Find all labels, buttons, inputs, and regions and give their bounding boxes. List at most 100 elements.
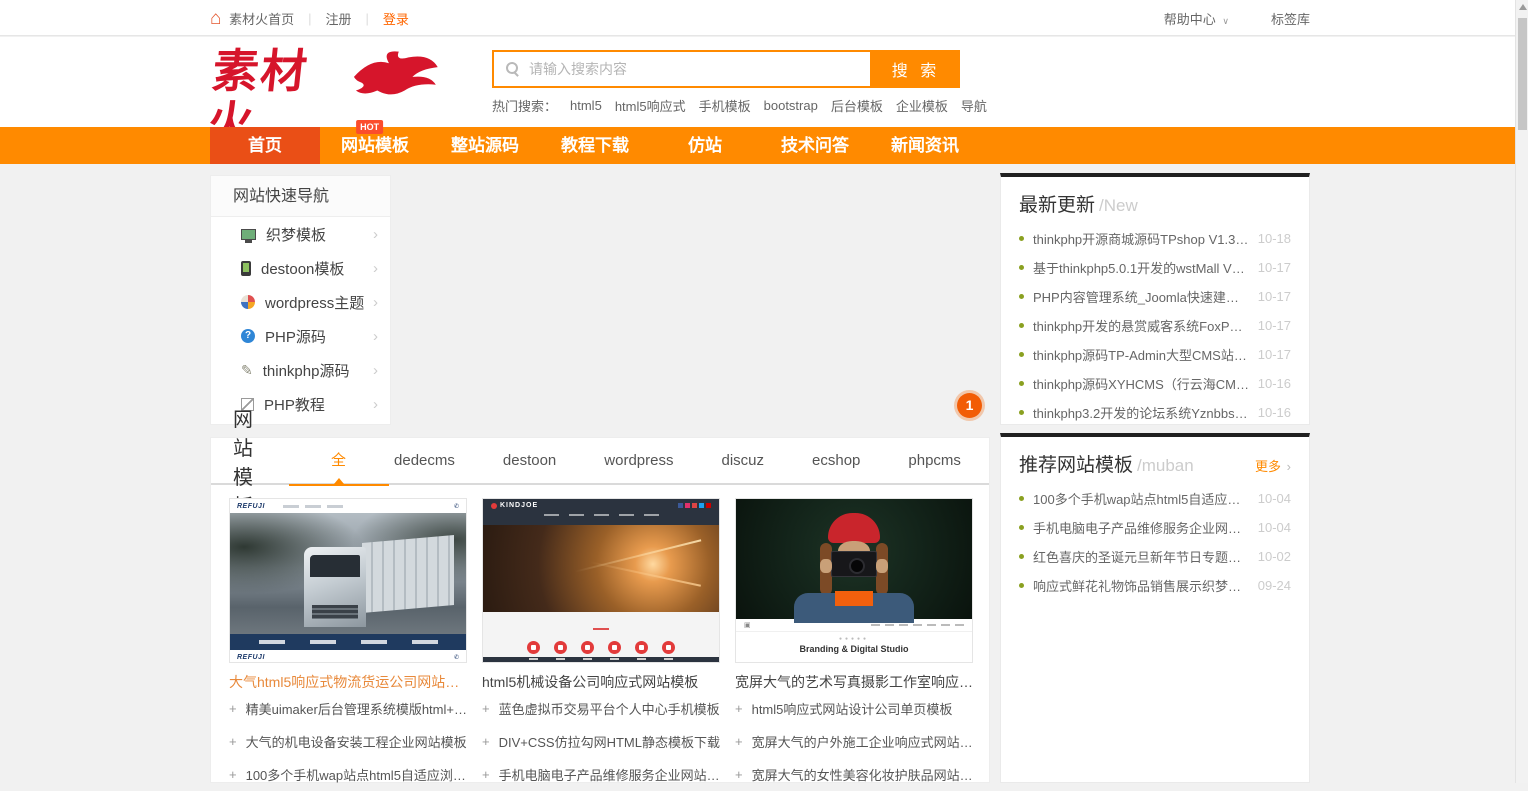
hot-search-row: 热门搜索： html5 html5响应式 手机模板 bootstrap 后台模板…	[492, 96, 987, 115]
quick-nav-item-dede[interactable]: 织梦模板 ›	[211, 217, 390, 251]
template-sub-link[interactable]: + 宽屏大气的户外施工企业响应式网站模板	[735, 725, 973, 758]
item-title: 100多个手机wap站点html5自适应浏览...	[1033, 489, 1249, 508]
page-scrollbar[interactable]	[1515, 0, 1528, 783]
list-item[interactable]: 100多个手机wap站点html5自适应浏览... 10-04	[1001, 484, 1309, 513]
list-item[interactable]: thinkphp开发的悬赏威客系统FoxPHP下... 10-17	[1001, 311, 1309, 340]
recommended-subtitle: /muban	[1137, 456, 1194, 476]
tab-all[interactable]: 全部	[325, 437, 352, 484]
bullet-icon	[1019, 496, 1024, 501]
template-thumbnail-logistics[interactable]: REFUJI ✆ REFUJI ✆	[229, 498, 467, 663]
list-item[interactable]: thinkphp开源商城源码TPshop V1.3.1... 10-18	[1001, 224, 1309, 253]
hot-search-link[interactable]: 导航	[961, 96, 987, 115]
template-sub-link[interactable]: + 宽屏大气的女性美容化妆护肤品网站模板	[735, 758, 973, 791]
item-date: 10-18	[1249, 231, 1291, 246]
question-icon: ?	[241, 329, 255, 343]
bullet-icon	[1019, 410, 1024, 415]
item-title: thinkphp源码XYHCMS（行云海CMS）...	[1033, 374, 1249, 393]
template-sub-link[interactable]: + DIV+CSS仿拉勾网HTML静态模板下载	[482, 725, 720, 758]
home-link[interactable]: ⌂ 素材火首页	[210, 9, 294, 28]
template-sub-link[interactable]: + html5响应式网站设计公司单页模板	[735, 692, 973, 725]
nav-item-tutorials[interactable]: 教程下载	[540, 127, 650, 164]
sub-link-label: 宽屏大气的户外施工企业响应式网站模板	[752, 732, 973, 751]
tab-dedecms[interactable]: dedecms	[388, 437, 461, 484]
template-sub-link[interactable]: + 手机电脑电子产品维修服务企业网站模板	[482, 758, 720, 791]
hot-search-link[interactable]: bootstrap	[764, 98, 818, 113]
help-center-label: 帮助中心	[1164, 12, 1216, 27]
nav-item-home[interactable]: 首页	[210, 127, 320, 164]
thumb-caption: Branding & Digital Studio	[736, 644, 972, 654]
nav-item-source[interactable]: 整站源码	[430, 127, 540, 164]
scrollbar-up-arrow-icon[interactable]	[1519, 4, 1527, 10]
hot-search-link[interactable]: html5	[570, 98, 602, 113]
list-item[interactable]: 红色喜庆的圣诞元旦新年节日专题网页... 10-02	[1001, 542, 1309, 571]
template-thumbnail-machinery[interactable]: KINDJOE	[482, 498, 720, 663]
quick-nav-item-destoon[interactable]: destoon模板 ›	[211, 251, 390, 285]
template-sub-link[interactable]: + 精美uimaker后台管理系统模版html+d...	[229, 692, 467, 725]
hot-search-link[interactable]: 后台模板	[831, 96, 883, 115]
template-sub-link[interactable]: + 蓝色虚拟币交易平台个人中心手机模板	[482, 692, 720, 725]
nav-item-qa[interactable]: 技术问答	[760, 127, 870, 164]
quick-nav-item-thinkphp[interactable]: ✎ thinkphp源码 ›	[211, 353, 390, 387]
template-card: ▣ ●●●●● Branding & Digital Studio 宽屏大气的艺…	[735, 498, 973, 791]
divider: |	[308, 11, 311, 26]
thumb-brand: KINDJOE	[500, 502, 538, 509]
list-item[interactable]: 手机电脑电子产品维修服务企业网站模板 10-04	[1001, 513, 1309, 542]
list-item[interactable]: 响应式鲜花礼物饰品销售展示织梦模板 09-24	[1001, 571, 1309, 600]
bullet-icon	[1019, 352, 1024, 357]
thumb-menu	[283, 505, 343, 508]
register-link[interactable]: 注册	[326, 9, 352, 28]
template-sub-link[interactable]: + 100多个手机wap站点html5自适应浏览...	[229, 758, 467, 791]
bullet-icon	[1019, 583, 1024, 588]
tab-destoon[interactable]: destoon	[497, 437, 562, 484]
tab-discuz[interactable]: discuz	[715, 437, 770, 484]
template-title-link[interactable]: html5机械设备公司响应式网站模板	[482, 672, 720, 692]
template-thumbnail-photography[interactable]: ▣ ●●●●● Branding & Digital Studio	[735, 498, 973, 663]
list-item[interactable]: PHP内容管理系统_Joomla快速建站指南... 10-17	[1001, 282, 1309, 311]
login-link[interactable]: 登录	[383, 9, 409, 28]
item-date: 10-17	[1249, 260, 1291, 275]
plus-icon: +	[735, 701, 743, 716]
tab-wordpress[interactable]: wordpress	[598, 437, 679, 484]
item-date: 10-16	[1249, 405, 1291, 420]
quick-nav-label: 织梦模板	[266, 224, 326, 245]
list-item[interactable]: 基于thinkphp5.0.1开发的wstMall V1.7.... 10-17	[1001, 253, 1309, 282]
list-item[interactable]: thinkphp3.2开发的论坛系统Yznbbs论... 10-16	[1001, 398, 1309, 427]
list-item[interactable]: thinkphp源码XYHCMS（行云海CMS）... 10-16	[1001, 369, 1309, 398]
quick-nav-label: PHP源码	[265, 326, 326, 347]
tag-library-link[interactable]: 标签库	[1271, 9, 1310, 28]
search-box	[492, 50, 872, 88]
hot-search-link[interactable]: 手机模板	[699, 96, 751, 115]
quick-nav-item-php[interactable]: ? PHP源码 ›	[211, 319, 390, 353]
help-center-link[interactable]: 帮助中心 ∨	[1164, 9, 1229, 28]
quick-nav-item-wordpress[interactable]: wordpress主题 ›	[211, 285, 390, 319]
chevron-right-icon: ›	[373, 328, 378, 345]
slider-page-badge[interactable]: 1	[957, 393, 982, 418]
template-title-link[interactable]: 宽屏大气的艺术写真摄影工作室响应式网站	[735, 672, 973, 692]
nav-item-label: 网站模板	[341, 136, 409, 155]
bullet-icon	[1019, 381, 1024, 386]
hot-search-link[interactable]: 企业模板	[896, 96, 948, 115]
chevron-right-icon: ›	[373, 396, 378, 413]
templates-tabs: 全部 dedecms destoon wordpress discuz ecsh…	[325, 437, 1003, 484]
list-item[interactable]: thinkphp源码TP-Admin大型CMS站群... 10-17	[1001, 340, 1309, 369]
thumb-services-section	[483, 612, 719, 657]
nav-item-templates[interactable]: 网站模板 HOT	[320, 127, 430, 164]
recommended-more-link[interactable]: 更多 ›	[1255, 456, 1291, 475]
template-title-link[interactable]: 大气html5响应式物流货运公司网站模板	[229, 672, 467, 692]
search-input[interactable]	[529, 61, 870, 77]
bullet-icon	[1019, 265, 1024, 270]
tab-ecshop[interactable]: ecshop	[806, 437, 866, 484]
plus-icon: +	[735, 767, 743, 782]
hot-search-link[interactable]: html5响应式	[615, 96, 686, 115]
item-title: thinkphp源码TP-Admin大型CMS站群...	[1033, 345, 1249, 364]
nav-item-clone[interactable]: 仿站	[650, 127, 760, 164]
plus-icon: +	[229, 701, 237, 716]
template-sub-link[interactable]: + 大气的机电设备安装工程企业网站模板	[229, 725, 467, 758]
nav-item-news[interactable]: 新闻资讯	[870, 127, 980, 164]
scrollbar-thumb[interactable]	[1518, 18, 1527, 130]
sub-link-label: 精美uimaker后台管理系统模版html+d...	[246, 699, 467, 718]
bullet-icon	[1019, 323, 1024, 328]
monitor-icon	[241, 229, 256, 240]
search-button[interactable]: 搜 索	[872, 50, 960, 88]
tab-phpcms[interactable]: phpcms	[902, 437, 967, 484]
